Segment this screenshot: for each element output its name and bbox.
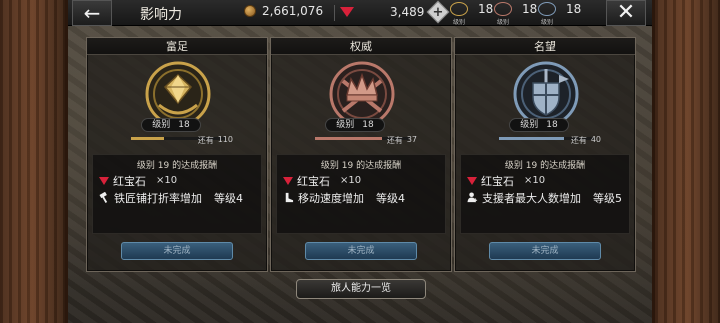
add-ruby-button[interactable]: + [427, 0, 450, 24]
authority-panel: 权威 级别 18 还有 37 级别 19 的达成报酬 红宝石 ×10 移动速度增… [270, 37, 452, 272]
reward-item: 红宝石 [297, 174, 330, 188]
fame-level-chip: 级别 18 [538, 2, 582, 26]
level-badge: 级别 18 [141, 118, 201, 132]
skill-name: 支援者最大人数增加 [482, 191, 581, 205]
skill-level: 等级5 [593, 191, 622, 205]
level-value: 18 [362, 120, 374, 130]
person-icon [467, 192, 478, 203]
skill-level: 等级4 [376, 191, 405, 205]
traveler-ability-list-button[interactable]: 旅人能力一览 [296, 279, 426, 299]
gold-amount: 2,661,076 [262, 4, 324, 18]
reward-item-row: 红宝石 ×10 [467, 173, 629, 188]
reward-box: 级别 19 的达成报酬 红宝石 ×10 铁匠铺打折率增加 等级4 [92, 154, 262, 234]
remaining-label: 还有 [570, 136, 587, 145]
level-value: 18 [522, 2, 538, 16]
gold-counter: 2,661,076 [244, 4, 323, 18]
fame-panel: 名望 级别 18 还有 40 级别 19 的达成报酬 红宝石 ×10 支援者最大… [454, 37, 636, 272]
progress-fill [315, 137, 382, 140]
reward-title: 级别 19 的达成报酬 [136, 161, 218, 171]
hammer-icon [99, 192, 108, 203]
reward-box: 级别 19 的达成报酬 红宝石 ×10 移动速度增加 等级4 [276, 154, 446, 234]
ruby-icon [99, 176, 109, 185]
reward-quantity: ×10 [156, 175, 178, 186]
status-button[interactable]: 未完成 [489, 242, 601, 260]
back-button[interactable]: ← [72, 0, 112, 26]
reward-skill-row: 铁匠铺打折率增加 等级4 [99, 190, 261, 205]
level-caption: 级别 [452, 19, 465, 26]
level-value: 18 [478, 2, 494, 16]
remaining-value: 40 [590, 135, 601, 144]
remaining-value: 110 [217, 135, 233, 144]
plus-icon: + [432, 4, 444, 20]
right-wood-frame [652, 0, 720, 323]
wealth-level-chip: 级别 18 [450, 2, 494, 26]
remaining-label: 还有 [197, 136, 214, 145]
level-caption: 级别 [540, 19, 553, 26]
skill-level: 等级4 [214, 191, 243, 205]
page-title: 影响力 [140, 7, 182, 23]
reward-quantity: ×10 [340, 175, 362, 186]
divider [334, 5, 335, 21]
reward-quantity: ×10 [524, 175, 546, 186]
reward-item: 红宝石 [481, 174, 514, 188]
wealth-panel: 富足 级别 18 还有 110 级别 19 的达成报酬 红宝石 ×10 铁匠铺打… [86, 37, 268, 272]
level-caption: 级别 [496, 19, 509, 26]
panel-title: 权威 [271, 38, 451, 55]
level-badge: 级别 18 [325, 118, 385, 132]
skill-name: 铁匠铺打折率增加 [114, 191, 202, 205]
reward-title: 级别 19 的达成报酬 [504, 161, 586, 171]
panel-title: 名望 [455, 38, 635, 55]
reward-item: 红宝石 [113, 174, 146, 188]
skill-name: 移动速度增加 [298, 191, 364, 205]
ruby-icon [283, 176, 293, 185]
remaining-label: 还有 [386, 136, 403, 145]
reward-skill-row: 支援者最大人数增加 等级5 [467, 190, 629, 205]
remaining-value: 37 [406, 135, 417, 144]
ruby-counter: 3,489 + [340, 0, 450, 24]
panel-title: 富足 [87, 38, 267, 55]
coin-icon [244, 5, 256, 17]
crown-crest-icon: 级别 [494, 2, 512, 26]
ruby-amount: 3,489 [390, 5, 425, 19]
progress-fill [499, 137, 564, 140]
reward-item-row: 红宝石 ×10 [99, 173, 261, 188]
boot-icon [285, 192, 294, 203]
level-badge: 级别 18 [509, 118, 569, 132]
ruby-icon [340, 7, 354, 17]
reward-item-row: 红宝石 ×10 [283, 173, 445, 188]
shield-crest-icon: 级别 [538, 2, 556, 26]
level-label: 级别 [336, 120, 355, 130]
ruby-icon [467, 176, 477, 185]
remaining-text: 还有 40 [571, 135, 601, 146]
left-wood-frame [0, 0, 68, 323]
level-value: 18 [546, 120, 558, 130]
progress-fill [131, 137, 165, 140]
status-button[interactable]: 未完成 [121, 242, 233, 260]
reward-skill-row: 移动速度增加 等级4 [283, 190, 445, 205]
remaining-text: 还有 110 [198, 135, 233, 146]
level-label: 级别 [520, 120, 539, 130]
level-label: 级别 [152, 120, 171, 130]
remaining-text: 还有 37 [387, 135, 417, 146]
level-value: 18 [178, 120, 190, 130]
status-button[interactable]: 未完成 [305, 242, 417, 260]
level-value: 18 [566, 2, 582, 16]
authority-level-chip: 级别 18 [494, 2, 538, 26]
diamond-crest-icon: 级别 [450, 2, 468, 26]
reward-box: 级别 19 的达成报酬 红宝石 ×10 支援者最大人数增加 等级5 [460, 154, 630, 234]
reward-title: 级别 19 的达成报酬 [320, 161, 402, 171]
close-button[interactable]: ✕ [606, 0, 646, 26]
